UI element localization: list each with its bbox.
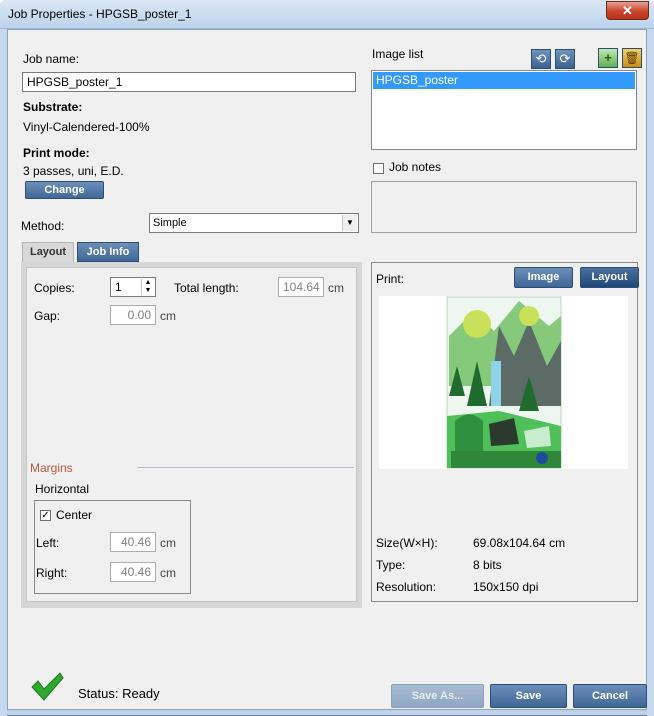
tab-job-info[interactable]: Job Info xyxy=(77,242,139,262)
close-icon: ✕ xyxy=(622,3,633,18)
left-margin-field: 40.46 xyxy=(110,532,156,552)
copies-value: 1 xyxy=(115,280,122,294)
left-margin-label: Left: xyxy=(36,536,60,550)
total-length-label: Total length: xyxy=(174,281,239,295)
status-text: Status: Ready xyxy=(78,686,160,701)
substrate-value: Vinyl-Calendered-100% xyxy=(23,120,150,134)
horizontal-margins-group: ✓ Center Left: 40.46 cm Right: 40.46 cm xyxy=(34,500,191,594)
left-margin-unit: cm xyxy=(160,536,176,550)
type-value: 8 bits xyxy=(473,558,502,572)
copies-label: Copies: xyxy=(34,281,75,295)
substrate-label: Substrate: xyxy=(23,100,83,114)
method-label: Method: xyxy=(21,219,65,233)
copies-stepper[interactable]: 1 ▲ ▼ xyxy=(110,277,156,297)
type-label: Type: xyxy=(376,558,406,572)
image-view-button[interactable]: Image xyxy=(514,267,573,288)
status-check-icon xyxy=(31,672,64,701)
horizontal-label: Horizontal xyxy=(35,482,90,496)
gap-field: 0.00 xyxy=(110,305,156,325)
cancel-button[interactable]: Cancel xyxy=(573,684,647,708)
image-list-label: Image list xyxy=(372,47,424,61)
job-notes-textarea[interactable] xyxy=(371,181,637,233)
window-border-right xyxy=(647,29,654,716)
print-label: Print: xyxy=(376,272,405,286)
resolution-label: Resolution: xyxy=(376,580,437,594)
stepper-arrows-icon[interactable]: ▲ ▼ xyxy=(141,279,154,295)
right-margin-unit: cm xyxy=(160,566,176,580)
center-checkbox[interactable]: ✓ xyxy=(40,510,51,521)
window-title: Job Properties - HPGSB_poster_1 xyxy=(8,7,192,21)
job-notes-checkbox[interactable] xyxy=(373,163,384,174)
resolution-value: 150x150 dpi xyxy=(473,580,539,594)
job-name-label: Job name: xyxy=(23,52,80,66)
rotate-left-icon[interactable]: ⟲ xyxy=(531,49,551,69)
dialog-client-area: Job name: HPGSB_poster_1 Substrate: Viny… xyxy=(7,29,647,710)
job-name-input[interactable]: HPGSB_poster_1 xyxy=(22,72,356,92)
layout-panel-inner: Copies: 1 ▲ ▼ Total length: 104.64 cm Gap… xyxy=(26,267,357,602)
print-mode-value: 3 passes, uni, E.D. xyxy=(23,164,124,178)
image-list-box: HPGSB_poster xyxy=(371,70,637,150)
print-preview-panel: Print: Image Layout Size(W×H): 69.08x104… xyxy=(371,262,639,602)
poster-thumbnail xyxy=(446,296,562,469)
method-selected-value: Simple xyxy=(153,217,187,229)
gap-label: Gap: xyxy=(34,309,61,323)
right-margin-label: Right: xyxy=(36,566,68,580)
rotate-right-icon[interactable]: ⟳ xyxy=(555,49,575,69)
add-image-icon[interactable]: + xyxy=(598,48,618,68)
close-button[interactable]: ✕ xyxy=(606,1,649,20)
tab-layout[interactable]: Layout xyxy=(22,242,74,263)
total-length-field: 104.64 xyxy=(278,277,324,297)
delete-icon[interactable]: 🗑 xyxy=(622,48,642,68)
method-select[interactable]: Simple ▼ xyxy=(149,213,359,233)
chevron-down-icon[interactable]: ▼ xyxy=(342,215,357,231)
save-as-button[interactable]: Save As... xyxy=(391,684,484,708)
window-border-left xyxy=(0,29,7,716)
margins-divider xyxy=(138,467,354,468)
right-margin-field: 40.46 xyxy=(110,562,156,582)
size-label: Size(W×H): xyxy=(376,536,438,550)
center-label: Center xyxy=(56,508,93,522)
save-button[interactable]: Save xyxy=(490,684,567,708)
margins-heading: Margins xyxy=(30,461,73,475)
gap-unit: cm xyxy=(160,309,176,323)
print-mode-label: Print mode: xyxy=(23,146,90,160)
change-print-mode-button[interactable]: Change xyxy=(25,181,104,199)
layout-view-button[interactable]: Layout xyxy=(580,267,639,288)
job-notes-label: Job notes xyxy=(389,160,442,174)
image-list-item[interactable]: HPGSB_poster xyxy=(373,72,635,89)
print-preview-area xyxy=(379,296,628,469)
size-value: 69.08x104.64 cm xyxy=(473,536,566,550)
title-bar[interactable]: Job Properties - HPGSB_poster_1 ✕ xyxy=(0,0,654,29)
layout-panel: Copies: 1 ▲ ▼ Total length: 104.64 cm Gap… xyxy=(21,262,362,608)
total-length-unit: cm xyxy=(328,281,344,295)
